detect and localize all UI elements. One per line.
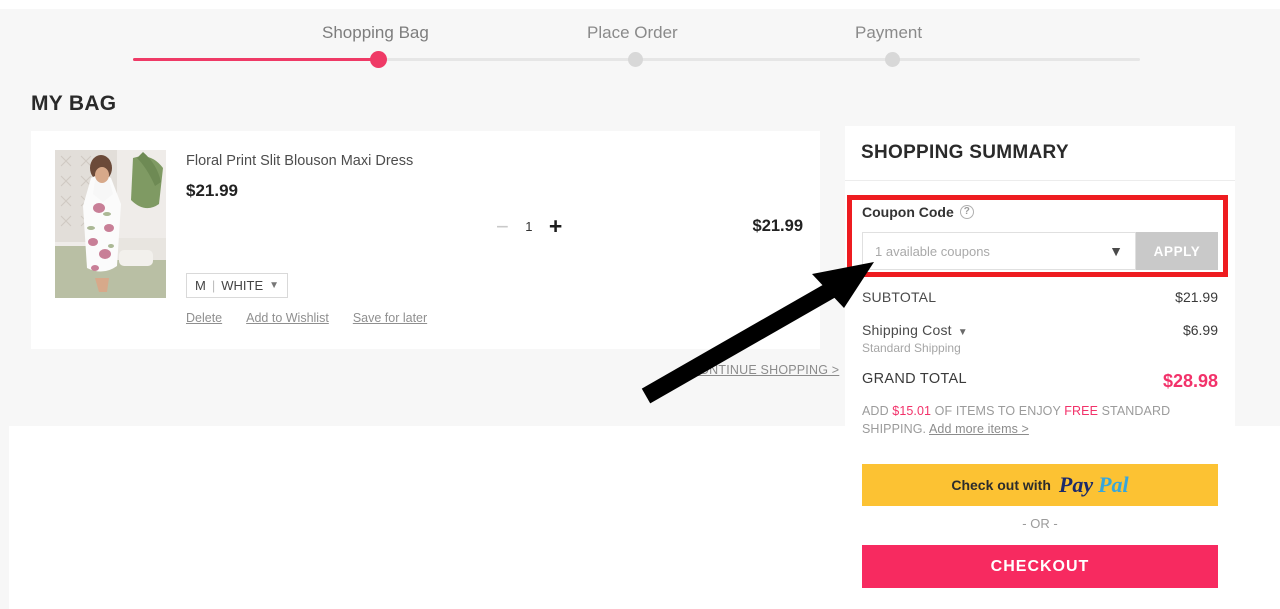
product-thumbnail[interactable]: [55, 150, 166, 298]
chevron-down-icon[interactable]: ▼: [958, 327, 968, 338]
apply-coupon-button[interactable]: APPLY: [1136, 232, 1218, 270]
step-dot-payment[interactable]: [885, 52, 900, 67]
quantity-stepper: − 1 +: [496, 215, 562, 238]
checkout-progress-steps: Shopping Bag Place Order Payment: [0, 9, 1280, 71]
coupon-code-label-text: Coupon Code: [862, 204, 954, 220]
variant-size: M: [195, 278, 206, 293]
free-shipping-prefix: ADD: [862, 404, 893, 418]
item-line-total: $21.99: [752, 217, 803, 235]
grand-total-row: GRAND TOTAL $28.98: [862, 371, 1218, 392]
free-shipping-free-word: FREE: [1064, 404, 1099, 418]
chevron-down-icon: ▼: [269, 280, 280, 291]
chevron-down-icon: ▼: [1109, 243, 1123, 259]
add-to-wishlist-link[interactable]: Add to Wishlist: [246, 311, 329, 325]
free-shipping-amount: $15.01: [892, 404, 932, 418]
quantity-decrease-button[interactable]: −: [496, 215, 509, 238]
step-dot-shopping-bag[interactable]: [370, 51, 387, 68]
product-price: $21.99: [186, 181, 238, 200]
paypal-logo-pay: Pay: [1058, 472, 1094, 497]
shopping-cart-page: Shopping Bag Place Order Payment MY BAG: [0, 0, 1280, 609]
paypal-checkout-button[interactable]: Check out with Pay Pal: [862, 464, 1218, 506]
variant-separator: |: [211, 278, 216, 293]
shipping-cost-value: $6.99: [1182, 322, 1218, 338]
summary-divider: [845, 180, 1235, 181]
item-action-links: Delete Add to Wishlist Save for later: [186, 311, 427, 325]
summary-title: SHOPPING SUMMARY: [861, 142, 1069, 163]
checkout-button[interactable]: CHECKOUT: [862, 545, 1218, 588]
or-separator: - OR -: [1022, 516, 1058, 531]
shipping-cost-label-text: Shipping Cost: [862, 322, 952, 338]
step-label-payment[interactable]: Payment: [855, 23, 922, 43]
shipping-cost-label: Shipping Cost ▼: [862, 322, 968, 338]
step-dot-place-order[interactable]: [628, 52, 643, 67]
shopping-summary-panel: SHOPPING SUMMARY Coupon Code ? 1 availab…: [845, 126, 1235, 590]
coupon-input-row: 1 available coupons ▼ APPLY: [862, 232, 1218, 270]
coupon-select-placeholder: 1 available coupons: [875, 243, 990, 259]
free-shipping-message: ADD $15.01 OF ITEMS TO ENJOY FREE STANDA…: [862, 402, 1212, 438]
top-band: [0, 0, 1280, 9]
variant-selector[interactable]: M | WHITE ▼: [186, 273, 289, 298]
delete-link[interactable]: Delete: [186, 311, 222, 325]
add-more-items-link[interactable]: Add more items >: [929, 422, 1029, 436]
shipping-method-note: Standard Shipping: [862, 341, 961, 355]
subtotal-value: $21.99: [1175, 289, 1218, 305]
progress-track-fill: [133, 58, 378, 61]
page-title: MY BAG: [31, 92, 117, 115]
continue-shopping-link[interactable]: CONTINUE SHOPPING >: [690, 363, 839, 377]
quantity-value[interactable]: 1: [523, 219, 535, 234]
cart-item-card: Floral Print Slit Blouson Maxi Dress $21…: [31, 131, 820, 349]
product-image: [55, 150, 166, 298]
subtotal-label: SUBTOTAL: [862, 289, 937, 305]
coupon-code-label: Coupon Code ?: [862, 204, 974, 220]
paypal-button-text: Check out with: [951, 477, 1051, 493]
product-title[interactable]: Floral Print Slit Blouson Maxi Dress: [186, 153, 413, 169]
save-for-later-link[interactable]: Save for later: [353, 311, 427, 325]
step-label-shopping-bag[interactable]: Shopping Bag: [322, 23, 429, 43]
shipping-cost-row[interactable]: Shipping Cost ▼ $6.99: [862, 322, 1218, 338]
grand-total-value: $28.98: [1162, 371, 1218, 391]
quantity-increase-button[interactable]: +: [549, 215, 562, 238]
grand-total-label: GRAND TOTAL: [862, 371, 967, 387]
step-label-place-order[interactable]: Place Order: [587, 23, 678, 43]
help-icon[interactable]: ?: [959, 205, 974, 219]
variant-color: WHITE: [221, 278, 264, 293]
paypal-logo-pal: Pal: [1098, 472, 1129, 497]
coupon-select[interactable]: 1 available coupons ▼: [862, 232, 1136, 270]
free-shipping-middle: OF ITEMS TO ENJOY: [931, 404, 1065, 418]
subtotal-row: SUBTOTAL $21.99: [862, 289, 1218, 305]
